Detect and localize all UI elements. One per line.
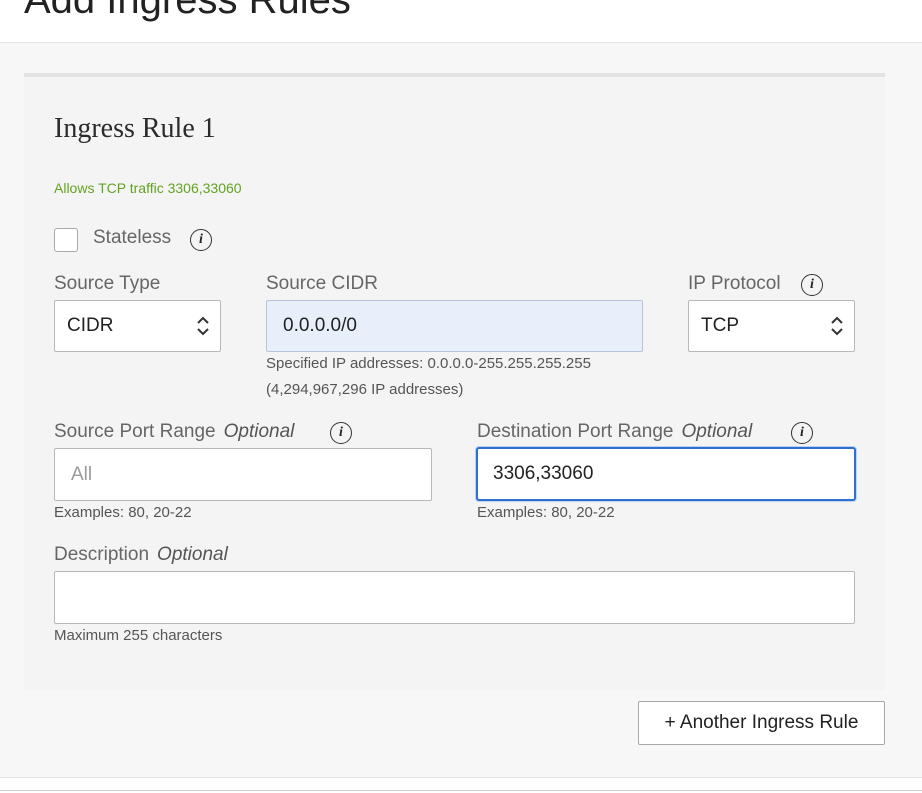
destination-port-hint: Examples: 80, 20-22: [477, 504, 615, 521]
destination-port-optional: Optional: [681, 421, 753, 442]
source-port-input[interactable]: All: [54, 448, 432, 501]
description-label: Description Optional: [54, 544, 228, 566]
source-type-select[interactable]: CIDR: [54, 300, 221, 352]
source-port-label: Source Port Range Optional: [54, 421, 294, 443]
info-icon[interactable]: i: [791, 422, 813, 444]
source-type-value: CIDR: [67, 315, 114, 336]
info-icon[interactable]: i: [330, 422, 352, 444]
destination-port-input[interactable]: 3306,33060: [476, 447, 856, 501]
info-icon[interactable]: i: [801, 274, 823, 296]
stateless-label: Stateless: [93, 227, 172, 248]
dialog-header: Add Ingress Rules: [0, 0, 922, 43]
source-port-optional: Optional: [223, 421, 295, 442]
dialog-title: Add Ingress Rules: [24, 0, 351, 22]
source-cidr-count: (4,294,967,296 IP addresses): [266, 381, 464, 398]
stateless-checkbox[interactable]: [54, 228, 78, 252]
description-hint: Maximum 255 characters: [54, 627, 223, 644]
destination-port-label-text: Destination Port Range: [477, 421, 674, 442]
description-optional: Optional: [157, 544, 228, 565]
source-cidr-input[interactable]: 0.0.0.0/0: [266, 300, 643, 352]
ingress-rule-panel: Ingress Rule 1 Allows TCP traffic 3306,3…: [24, 73, 885, 690]
info-icon[interactable]: i: [190, 229, 212, 251]
source-cidr-value: 0.0.0.0/0: [283, 315, 357, 336]
rule-title: Ingress Rule 1: [54, 113, 216, 144]
source-port-placeholder: All: [71, 463, 93, 485]
rule-summary: Allows TCP traffic 3306,33060: [54, 180, 242, 196]
footer-border: [0, 790, 922, 791]
source-cidr-label: Source CIDR: [266, 273, 378, 294]
ip-protocol-value: TCP: [701, 315, 739, 336]
source-port-label-text: Source Port Range: [54, 421, 216, 442]
ip-protocol-select[interactable]: TCP: [688, 300, 855, 352]
ip-protocol-label: IP Protocol: [688, 273, 781, 294]
chevron-up-down-icon: [831, 316, 843, 336]
add-another-ingress-rule-button[interactable]: + Another Ingress Rule: [638, 701, 885, 745]
source-port-hint: Examples: 80, 20-22: [54, 504, 192, 521]
description-label-text: Description: [54, 544, 150, 565]
source-cidr-hint: Specified IP addresses: 0.0.0.0-255.255.…: [266, 355, 591, 372]
source-type-label: Source Type: [54, 273, 161, 294]
description-input[interactable]: [54, 571, 855, 624]
destination-port-value: 3306,33060: [493, 463, 594, 484]
destination-port-label: Destination Port Range Optional: [477, 421, 752, 443]
chevron-up-down-icon: [197, 316, 209, 336]
